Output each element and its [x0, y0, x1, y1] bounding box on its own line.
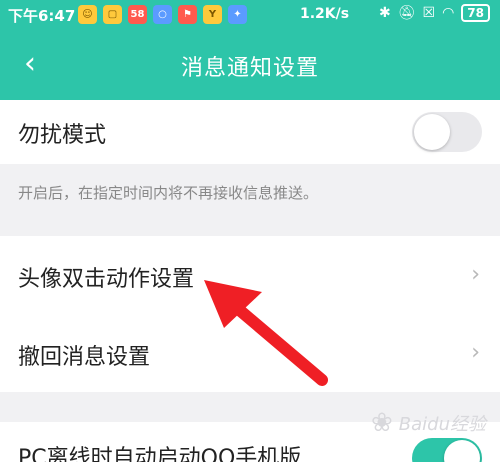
- chevron-right-icon: ›: [471, 340, 480, 365]
- paw-logo-icon: ❀: [370, 408, 393, 438]
- recall-label: 撤回消息设置: [18, 345, 151, 370]
- status-bar: 下午6:47 ☺ ▢ 58 ○ ⚑ Y ✦ 1.2K/s ✱ 🔕︎ ☒ ◠ 78: [0, 0, 500, 30]
- toggle-knob: [444, 440, 480, 462]
- map-pin-app-icon: ⚑: [178, 5, 197, 24]
- pc-offline-toggle[interactable]: [412, 438, 482, 462]
- baidu-watermark: ❀ Baidu经验: [371, 408, 486, 438]
- chevron-right-icon: ›: [471, 262, 480, 287]
- wifi-icon: ◠: [442, 5, 455, 21]
- dnd-label: 勿扰模式: [18, 123, 107, 148]
- shop-app-icon: ▢: [103, 5, 122, 24]
- watermark-text: Baidu经验: [398, 414, 486, 435]
- pc-offline-label: PC离线时自动启动QQ手机版: [18, 446, 302, 462]
- annotation-arrow-icon: [204, 280, 328, 386]
- status-time: 下午6:47: [8, 7, 76, 25]
- double-tap-label: 头像双击动作设置: [18, 267, 195, 292]
- net-speed: 1.2K/s: [300, 6, 350, 22]
- mute-icon: 🔕︎: [397, 5, 416, 21]
- notification-app-icons: ☺ ▢ 58 ○ ⚑ Y ✦: [78, 5, 247, 24]
- sim-off-icon: ☒: [422, 5, 436, 21]
- dnd-toggle[interactable]: [412, 112, 482, 152]
- bluetooth-icon: ✱: [379, 5, 391, 21]
- circle-app-icon: ○: [153, 5, 172, 24]
- y-app-icon: Y: [203, 5, 222, 24]
- 58-app-icon: 58: [128, 5, 147, 24]
- dnd-hint: 开启后，在指定时间内将不再接收信息推送。: [18, 184, 319, 202]
- toggle-knob: [414, 114, 450, 150]
- smile-app-icon: ☺: [78, 5, 97, 24]
- battery-icon: 78: [461, 4, 490, 22]
- page-title: 消息通知设置: [180, 56, 319, 81]
- system-icons: ✱ 🔕︎ ☒ ◠ 78: [379, 4, 490, 22]
- dnd-row[interactable]: 勿扰模式: [0, 100, 500, 164]
- title-bar: ‹ 消息通知设置: [0, 30, 500, 100]
- wing-app-icon: ✦: [228, 5, 247, 24]
